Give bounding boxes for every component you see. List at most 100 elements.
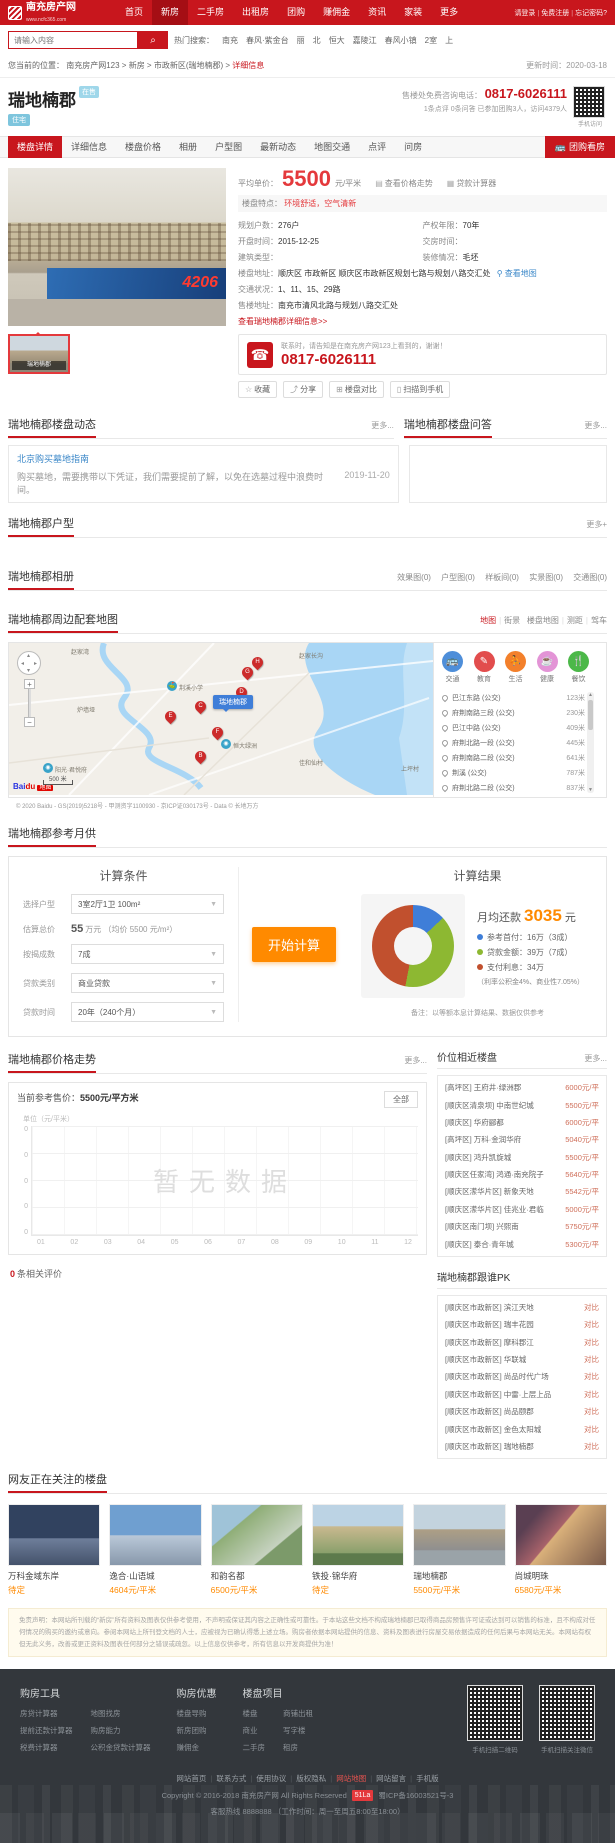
loan-type-select[interactable]: 商业贷款▼ (71, 973, 224, 993)
category-health[interactable]: ☕健康 (537, 651, 558, 684)
nav-new-house[interactable]: 新房 (152, 0, 188, 25)
footer-link[interactable]: 商铺出租 (283, 1708, 313, 1719)
footer-link[interactable]: 商业 (243, 1725, 266, 1736)
nav-second-hand[interactable]: 二手房 (188, 0, 233, 25)
footer-link[interactable]: 新房团购 (177, 1725, 217, 1736)
hot-item[interactable]: 恒大 (329, 35, 345, 46)
compare-link[interactable]: 对比 (584, 1371, 599, 1382)
login-link[interactable]: 请登录 (514, 10, 535, 17)
map-marker[interactable]: F (210, 725, 226, 741)
search-button[interactable]: ⌕ (138, 31, 168, 49)
51la-badge[interactable]: 51La (352, 1790, 374, 1801)
icp-number[interactable]: 蜀ICP备16003521号-3 (378, 1790, 453, 1801)
news-item-link[interactable]: 北京购买墓地指南 (17, 452, 390, 465)
hot-item[interactable]: 2室 (425, 35, 437, 46)
bus-stop-row[interactable]: 府荆北路一段 (公交)445米 (442, 735, 585, 750)
register-link[interactable]: 免费注册 (541, 10, 569, 17)
estate-card[interactable]: 铁投·锦华府待定 (312, 1504, 404, 1596)
compare-link[interactable]: 对比 (584, 1319, 599, 1330)
loan-term-select[interactable]: 20年（240个月）▼ (71, 1002, 224, 1022)
tab-ask[interactable]: 问房 (395, 136, 431, 158)
footer-nav-link[interactable]: 联系方式 (216, 1774, 246, 1783)
price-trend-link[interactable]: ▤查看价格走势 (375, 178, 433, 189)
map-pan-control[interactable]: ▴▾◂▸ (17, 651, 41, 675)
drive-link[interactable]: 驾车 (591, 616, 607, 625)
tab-price[interactable]: 楼盘价格 (116, 136, 170, 158)
tab-map[interactable]: 地图交通 (305, 136, 359, 158)
hot-item[interactable]: 春风小镇 (385, 35, 417, 46)
zoom-out-button[interactable]: − (24, 717, 35, 727)
hot-item[interactable]: 春风·紫金台 (246, 35, 289, 46)
all-filter-button[interactable]: 全部 (384, 1091, 418, 1108)
tab-detail[interactable]: 楼盘详情 (8, 136, 62, 158)
category-traffic[interactable]: 🚌交通 (442, 651, 463, 684)
map-zoom-control[interactable]: + − (24, 679, 35, 727)
footer-link[interactable]: 提前还款计算器 (20, 1725, 73, 1736)
calculate-button[interactable]: 开始计算 (252, 927, 336, 962)
footer-link[interactable]: 二手房 (243, 1742, 266, 1753)
listing-photo[interactable]: 4206 (8, 168, 226, 326)
bus-stop-row[interactable]: 府荆南路二段 (公交)641米 (442, 750, 585, 765)
estate-card[interactable]: 万科金域东岸待定 (8, 1504, 100, 1596)
hot-item[interactable]: 丽 (297, 35, 305, 46)
tab-review[interactable]: 点评 (359, 136, 395, 158)
trend-more-link[interactable]: 更多... (404, 1055, 427, 1066)
map-marker[interactable]: C (193, 699, 209, 715)
category-food[interactable]: 🍴餐饮 (568, 651, 589, 684)
estate-card[interactable]: 和韵名都6500元/平米 (211, 1504, 303, 1596)
footer-link[interactable]: 赚佣金 (177, 1742, 217, 1753)
nav-commission[interactable]: 赚佣金 (314, 0, 359, 25)
tab-news[interactable]: 最新动态 (251, 136, 305, 158)
map-marker[interactable]: E (163, 709, 179, 725)
site-logo[interactable]: 南充房产网 www.ncfc365.com (8, 3, 76, 23)
footer-link[interactable]: 写字楼 (283, 1725, 313, 1736)
measure-link[interactable]: 测距 (567, 616, 583, 625)
footer-nav-link[interactable]: 网站地图 (336, 1774, 366, 1783)
nav-home[interactable]: 首页 (116, 0, 152, 25)
hot-item[interactable]: 嘉陵江 (353, 35, 377, 46)
nav-more[interactable]: 更多 (431, 0, 467, 25)
downpayment-select[interactable]: 7成▼ (71, 944, 224, 964)
map-marker[interactable]: G (240, 665, 256, 681)
nav-group-buy[interactable]: 团购 (278, 0, 314, 25)
estate-card[interactable]: 逸合·山语城4604元/平米 (109, 1504, 201, 1596)
loan-calculator-link[interactable]: ▦贷款计算器 (447, 178, 497, 189)
footer-link[interactable]: 地图找房 (91, 1708, 151, 1719)
album-tab-layout[interactable]: 户型图(0) (441, 573, 475, 582)
view-detail-link[interactable]: 查看瑞地楠郡详细信息>> (238, 313, 327, 330)
estate-card[interactable]: 尚城明珠6580元/平米 (515, 1504, 607, 1596)
layout-select[interactable]: 3室2厅1卫 100m²▼ (71, 894, 224, 914)
dynamics-more-link[interactable]: 更多... (371, 420, 394, 431)
compare-link[interactable]: 对比 (584, 1354, 599, 1365)
share-button[interactable]: ⤴分享 (283, 381, 323, 398)
bus-stop-row[interactable]: 巴江中路 (公交)409米 (442, 720, 585, 735)
footer-link[interactable]: 公积金贷款计算器 (91, 1742, 151, 1753)
category-education[interactable]: ✎教育 (474, 651, 495, 684)
footer-nav-link[interactable]: 使用协议 (256, 1774, 286, 1783)
hot-item[interactable]: 南充 (222, 35, 238, 46)
estate-poi[interactable]: ◉ (221, 739, 231, 749)
compare-button[interactable]: ⊞楼盘对比 (329, 381, 384, 398)
map-mode-street[interactable]: 街景 (504, 616, 520, 625)
estate2-poi[interactable]: ◉ (43, 763, 53, 773)
compare-link[interactable]: 对比 (584, 1337, 599, 1348)
compare-link[interactable]: 对比 (584, 1406, 599, 1417)
bus-stop-row[interactable]: 荆溪 (公交)787米 (442, 765, 585, 780)
estate-card[interactable]: 瑞地楠郡5500元/平米 (413, 1504, 505, 1596)
album-tab-render[interactable]: 效果图(0) (397, 573, 431, 582)
hot-item[interactable]: 上 (445, 35, 453, 46)
footer-link[interactable]: 税费计算器 (20, 1742, 73, 1753)
tab-layout[interactable]: 户型图 (206, 136, 251, 158)
footer-nav-link[interactable]: 手机版 (416, 1774, 439, 1783)
footer-link[interactable]: 楼盘 (243, 1708, 266, 1719)
footer-link[interactable]: 楼盘导购 (177, 1708, 217, 1719)
nav-rental[interactable]: 出租房 (233, 0, 278, 25)
compare-link[interactable]: 对比 (584, 1389, 599, 1400)
zoom-in-button[interactable]: + (24, 679, 35, 689)
nav-decoration[interactable]: 家装 (395, 0, 431, 25)
scan-to-phone-button[interactable]: ▯扫描到手机 (390, 381, 450, 398)
footer-nav-link[interactable]: 网站首页 (176, 1774, 206, 1783)
photo-thumbnail[interactable]: 瑞地楠郡 (8, 334, 70, 374)
school-poi[interactable]: ⛳ (167, 681, 177, 691)
map-marker[interactable]: B (193, 749, 209, 765)
